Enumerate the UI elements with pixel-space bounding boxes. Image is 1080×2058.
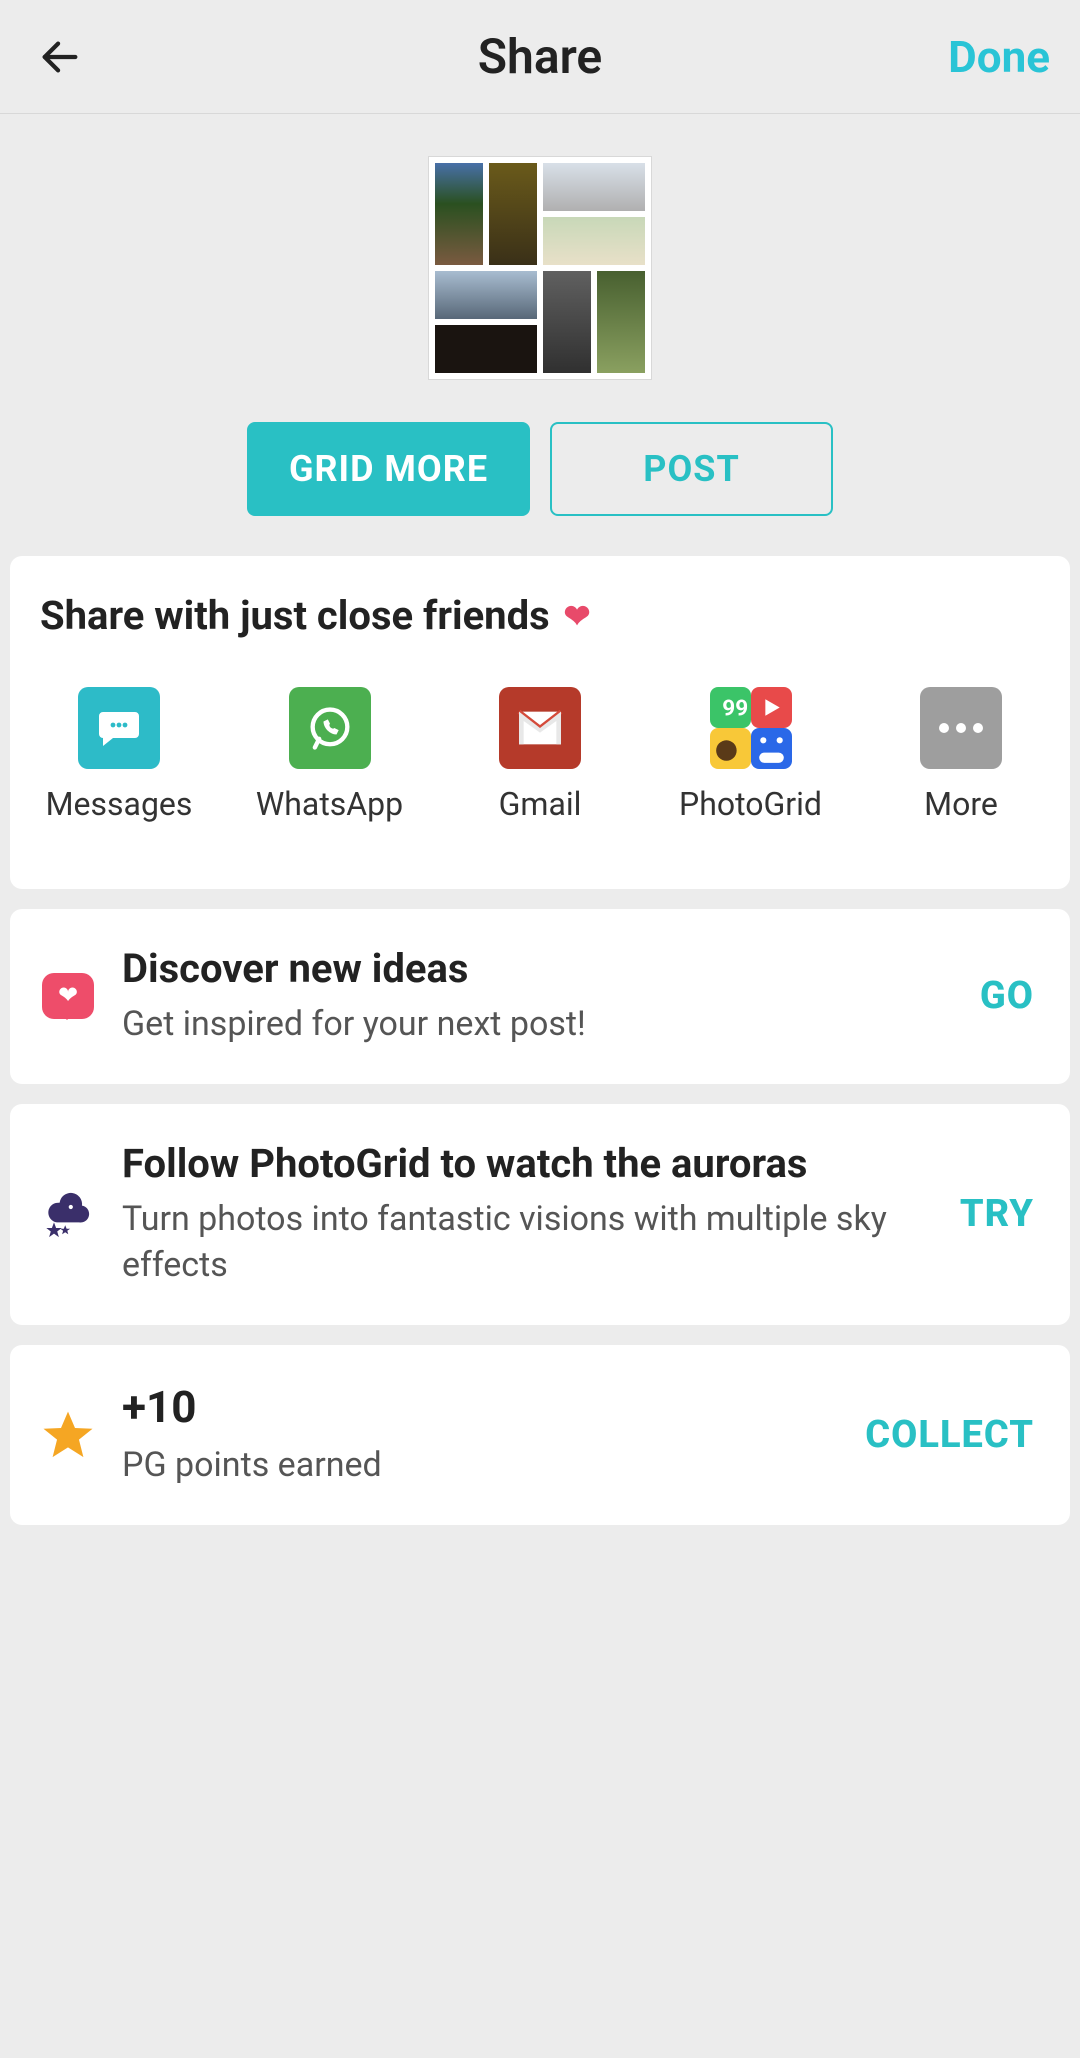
heart-like-icon: ❤: [40, 968, 96, 1024]
whatsapp-icon: [289, 687, 371, 769]
promo-title: +10: [122, 1381, 839, 1433]
promo-title: Follow PhotoGrid to watch the auroras: [122, 1140, 934, 1187]
share-option-label: Gmail: [499, 785, 582, 823]
promo-subtitle: Turn photos into fantastic visions with …: [122, 1197, 934, 1289]
promo-subtitle: PG points earned: [122, 1443, 839, 1489]
action-button-row: GRID MORE POST: [247, 422, 833, 516]
share-option-label: More: [924, 785, 998, 823]
star-icon: [40, 1407, 96, 1463]
back-arrow-icon: [37, 34, 83, 80]
share-option-label: WhatsApp: [256, 785, 403, 823]
share-option-whatsapp[interactable]: WhatsApp: [255, 687, 405, 823]
heart-icon: ❤: [564, 597, 591, 635]
svg-text:99: 99: [722, 695, 748, 722]
share-option-more[interactable]: More: [886, 687, 1036, 823]
done-button[interactable]: Done: [948, 31, 1050, 83]
promo-text: Discover new ideas Get inspired for your…: [122, 945, 954, 1048]
promo-text: Follow PhotoGrid to watch the auroras Tu…: [122, 1140, 934, 1289]
share-heading-label: Share with just close friends: [40, 592, 550, 639]
share-option-label: PhotoGrid: [679, 785, 822, 823]
collage-preview[interactable]: [428, 156, 652, 380]
promo-action-collect[interactable]: COLLECT: [865, 1413, 1040, 1457]
share-options-row: Messages WhatsApp Gmail 99 PhotoGrid Mor…: [40, 687, 1040, 853]
header: Share Done: [0, 0, 1080, 114]
promo-subtitle: Get inspired for your next post!: [122, 1002, 954, 1048]
cloud-stars-icon: [40, 1186, 96, 1242]
promo-action-try[interactable]: TRY: [960, 1192, 1040, 1236]
share-option-photogrid[interactable]: 99 PhotoGrid: [676, 687, 826, 823]
promo-text: +10 PG points earned: [122, 1381, 839, 1489]
back-button[interactable]: [30, 27, 90, 87]
share-heading: Share with just close friends ❤: [40, 592, 1040, 639]
preview-area: GRID MORE POST: [0, 114, 1080, 556]
more-icon: [920, 687, 1002, 769]
share-option-gmail[interactable]: Gmail: [465, 687, 615, 823]
gmail-icon: [499, 687, 581, 769]
promo-title: Discover new ideas: [122, 945, 954, 992]
post-button[interactable]: POST: [550, 422, 833, 516]
grid-more-button[interactable]: GRID MORE: [247, 422, 530, 516]
share-card: Share with just close friends ❤ Messages…: [10, 556, 1070, 889]
promo-points[interactable]: +10 PG points earned COLLECT: [10, 1345, 1070, 1525]
promo-auroras[interactable]: Follow PhotoGrid to watch the auroras Tu…: [10, 1104, 1070, 1325]
share-option-messages[interactable]: Messages: [44, 687, 194, 823]
share-option-label: Messages: [46, 785, 193, 823]
photogrid-icon: 99: [710, 687, 792, 769]
messages-icon: [78, 687, 160, 769]
page-title: Share: [0, 28, 1080, 85]
promo-action-go[interactable]: GO: [980, 974, 1040, 1018]
promo-discover[interactable]: ❤ Discover new ideas Get inspired for yo…: [10, 909, 1070, 1084]
